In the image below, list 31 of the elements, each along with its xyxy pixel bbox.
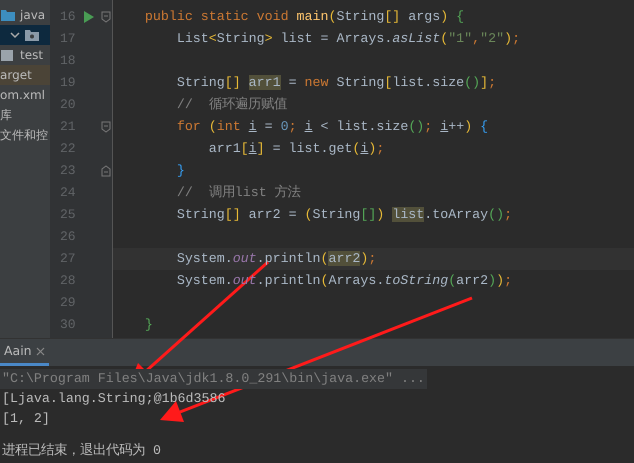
code-line: List<String> list = Arrays.asList("1","2"); bbox=[176, 30, 520, 48]
console-output: 进程已结束，退出代码为 0 bbox=[1, 442, 161, 460]
tree-item[interactable] bbox=[0, 25, 50, 45]
code-line: public static void main(String[] args) { bbox=[144, 8, 464, 26]
code-line: for (int i = 0; i < list.size(); i++) { bbox=[176, 118, 488, 136]
tree-item[interactable]: test bbox=[0, 45, 50, 65]
close-icon bbox=[36, 346, 45, 356]
chevron-icon bbox=[10, 31, 20, 39]
code-line: String[] arr2 = (String[]) list.toArray(); bbox=[176, 206, 512, 224]
console-output: [1, 2] bbox=[1, 410, 50, 428]
run-icon[interactable] bbox=[82, 11, 94, 23]
tree-item[interactable]: 文件和控 bbox=[0, 125, 50, 145]
fold-icon[interactable] bbox=[101, 121, 112, 133]
code-line: } bbox=[176, 162, 185, 180]
fold-icon[interactable] bbox=[101, 11, 112, 23]
tree-item[interactable]: om.xml bbox=[0, 85, 50, 105]
code-line: // 循环遍历赋值 bbox=[176, 96, 287, 114]
tree-item[interactable]: java bbox=[0, 5, 50, 25]
folder-icon bbox=[24, 27, 40, 43]
code-line: arr1[i] = list.get(i); bbox=[208, 140, 384, 158]
tree-item[interactable]: arget bbox=[0, 65, 50, 85]
fold-icon[interactable] bbox=[101, 165, 112, 177]
code-line: // 调用list 方法 bbox=[176, 184, 301, 202]
folder-icon bbox=[0, 47, 16, 63]
code-line: String[] arr1 = new String[list.size()]; bbox=[176, 74, 496, 92]
console-command: "C:\Program Files\Java\jdk1.8.0_291\bin\java.exe" ... bbox=[0, 369, 427, 389]
code-line: System.out.println(arr2); bbox=[176, 250, 376, 268]
code-line: } bbox=[144, 316, 153, 334]
folder-icon bbox=[0, 7, 16, 23]
tree-item[interactable]: 库 bbox=[0, 105, 50, 125]
run-tab[interactable]: Aain bbox=[0, 339, 49, 366]
